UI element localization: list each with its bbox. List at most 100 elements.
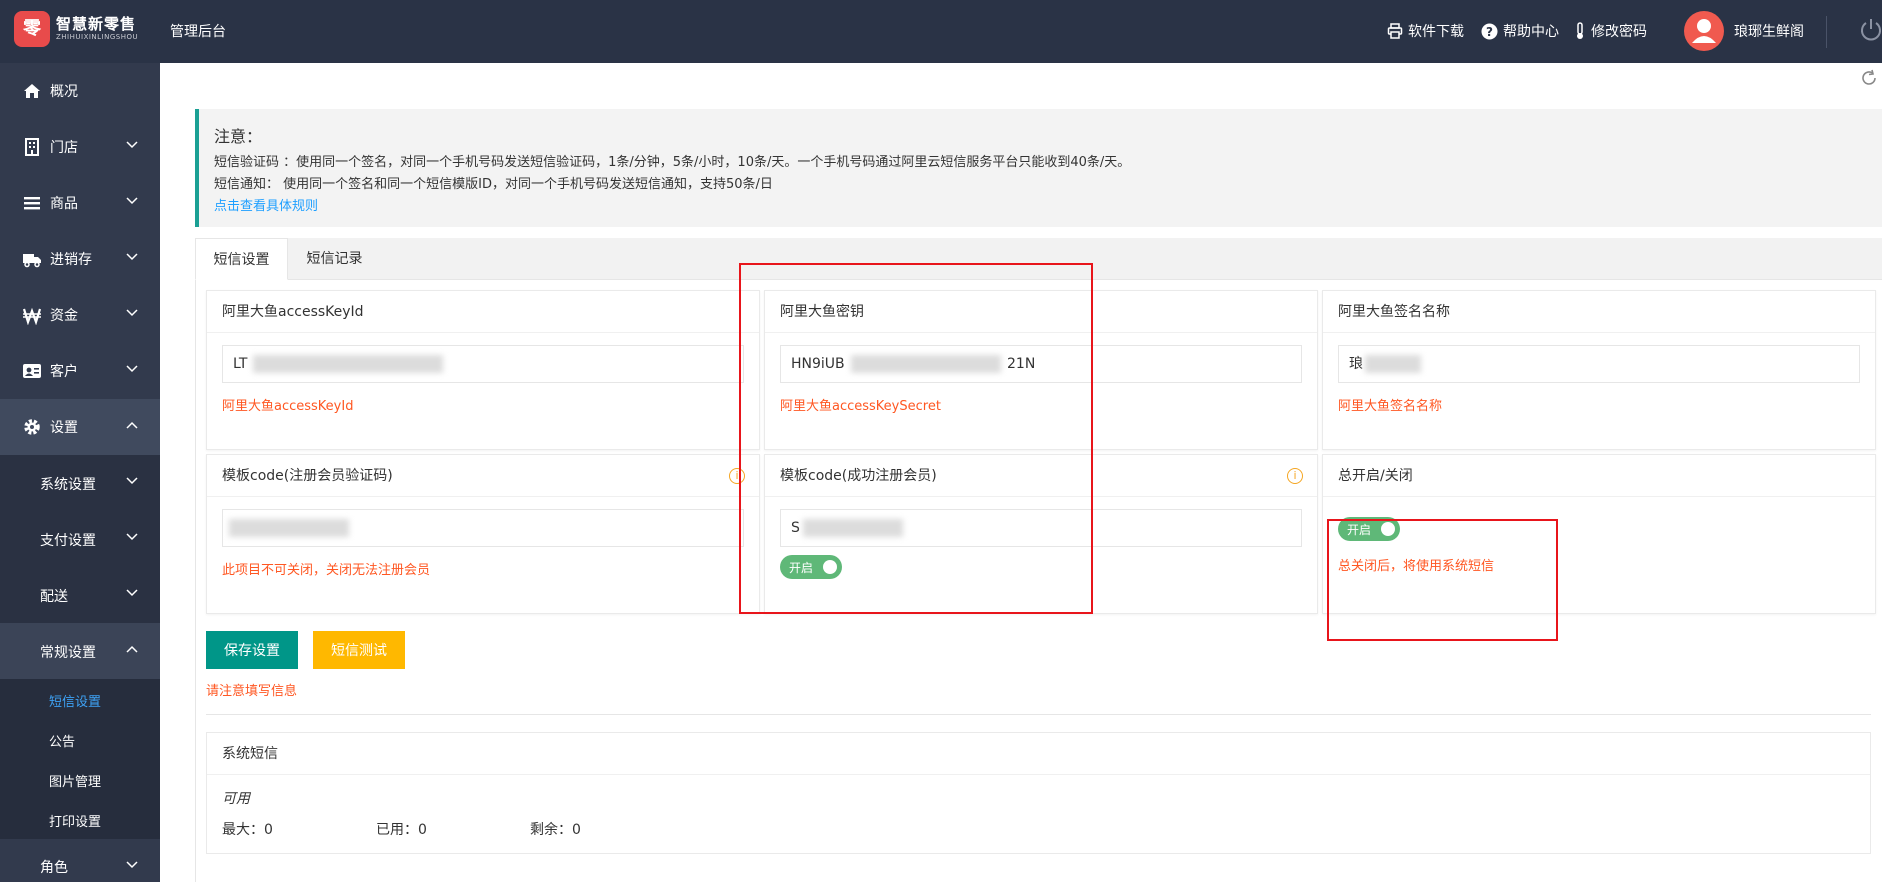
sms-test-button[interactable]: 短信测试 <box>313 631 405 669</box>
system-sms-title: 系统短信 <box>207 733 1870 775</box>
sidebar-item-roles[interactable]: 角色 <box>0 839 160 882</box>
redacted-blur <box>253 355 443 373</box>
truck-icon <box>23 254 41 268</box>
access-key-secret-label: 阿里大鱼密钥 <box>765 291 1317 333</box>
sidebar-item-payment-settings[interactable]: 支付设置 <box>0 511 160 567</box>
sidebar-item-image-management[interactable]: 图片管理 <box>0 759 160 799</box>
chevron-down-icon <box>126 477 138 485</box>
sign-name-card: 阿里大鱼签名名称 琅 阿里大鱼签名名称 <box>1322 290 1876 450</box>
sidebar-item-label: 门店 <box>50 140 78 156</box>
sign-name-label: 阿里大鱼签名名称 <box>1323 291 1875 333</box>
toggle-knob <box>1381 522 1395 536</box>
change-password-link[interactable]: 修改密码 <box>1574 21 1647 41</box>
template-register-success-card: 模板code(成功注册会员) i S 开启 <box>764 454 1318 614</box>
sidebar-item-customers[interactable]: 客户 <box>0 343 160 399</box>
chevron-down-icon <box>126 365 138 373</box>
header-divider <box>1826 16 1827 48</box>
sidebar-item-announcements[interactable]: 公告 <box>0 719 160 759</box>
power-icon <box>1861 19 1881 41</box>
notice-box: 注意： 短信验证码 ：使用同一个签名，对同一个手机号码发送短信验证码，1条/分钟… <box>195 109 1882 227</box>
sign-name-value: 琅 <box>1349 356 1363 372</box>
change-password-label: 修改密码 <box>1591 24 1647 40</box>
template-register-code-input[interactable] <box>222 509 744 547</box>
chevron-up-icon <box>126 421 138 429</box>
chevron-up-icon <box>126 645 138 653</box>
template-register-success-label-text: 模板code(成功注册会员) <box>780 468 937 484</box>
info-icon[interactable]: i <box>1287 468 1303 484</box>
sidebar-item-overview[interactable]: 概况 <box>0 63 160 119</box>
access-key-id-input[interactable]: LT <box>222 345 744 383</box>
sidebar-item-label: 客户 <box>50 364 78 380</box>
sidebar-item-label: 图片管理 <box>49 775 102 790</box>
system-sms-status: 可用 <box>222 791 250 807</box>
access-key-secret-input[interactable]: HN9iUB 21N <box>780 345 1302 383</box>
master-switch-toggle[interactable]: 开启 <box>1338 517 1400 541</box>
sidebar-item-label: 公告 <box>49 735 76 750</box>
user-name[interactable]: 琅琊生鲜阁 <box>1734 21 1804 41</box>
software-download-label: 软件下载 <box>1408 24 1464 40</box>
chevron-down-icon <box>126 533 138 541</box>
top-bar: 零 智慧新零售 ZHIHUIXINLINGSHOU 管理后台 软件下载 ? 帮助… <box>0 0 1882 63</box>
access-key-secret-value-end: 21N <box>1007 356 1036 372</box>
tab-sms-settings[interactable]: 短信设置 <box>195 238 288 280</box>
sidebar-item-label: 角色 <box>40 860 68 876</box>
sidebar-item-delivery[interactable]: 配送 <box>0 567 160 623</box>
template-register-code-hint: 此项目不可关闭，关闭无法注册会员 <box>222 563 431 578</box>
brand-subtitle: ZHIHUIXINLINGSHOU <box>56 33 139 41</box>
sidebar-item-system-settings[interactable]: 系统设置 <box>0 455 160 511</box>
tab-bar: 短信设置 短信记录 <box>195 238 1882 280</box>
master-switch-hint: 总关闭后，将使用系统短信 <box>1338 559 1495 574</box>
logout-button[interactable] <box>1860 18 1882 46</box>
logo[interactable]: 零 智慧新零售 ZHIHUIXINLINGSHOU <box>14 11 164 51</box>
help-circle-icon: ? <box>1481 23 1498 39</box>
chevron-down-icon <box>126 141 138 149</box>
sidebar-item-settings[interactable]: 设置 <box>0 399 160 455</box>
sidebar-item-print-settings[interactable]: 打印设置 <box>0 799 160 839</box>
access-key-id-card: 阿里大鱼accessKeyId LT 阿里大鱼accessKeyId <box>206 290 760 450</box>
sidebar-item-stores[interactable]: 门店 <box>0 119 160 175</box>
sidebar-item-inventory[interactable]: 进销存 <box>0 231 160 287</box>
home-icon <box>24 84 40 98</box>
won-icon <box>22 307 42 325</box>
avatar[interactable] <box>1684 11 1724 51</box>
toggle-label: 开启 <box>789 561 814 575</box>
sidebar-item-products[interactable]: 商品 <box>0 175 160 231</box>
redacted-blur <box>229 519 349 537</box>
sidebar-item-label: 支付设置 <box>40 533 96 549</box>
template-register-success-input[interactable]: S <box>780 509 1302 547</box>
access-key-secret-value-start: HN9iUB <box>791 356 845 372</box>
sidebar-item-general-settings[interactable]: 常规设置 <box>0 623 160 679</box>
thermometer-icon <box>1577 22 1583 39</box>
save-settings-button[interactable]: 保存设置 <box>206 631 298 669</box>
access-key-id-label: 阿里大鱼accessKeyId <box>207 291 759 333</box>
access-key-secret-card: 阿里大鱼密钥 HN9iUB 21N 阿里大鱼accessKeySecret <box>764 290 1318 450</box>
refresh-icon[interactable] <box>1860 69 1878 87</box>
system-sms-card: 系统短信 可用 最大：0 已用：0 剩余：0 <box>206 732 1871 854</box>
rules-link[interactable]: 点击查看具体规则 <box>214 195 318 214</box>
system-sms-used: 已用：0 <box>376 822 427 838</box>
gear-icon <box>24 419 40 435</box>
divider <box>206 714 1871 715</box>
sidebar-item-label: 常规设置 <box>40 645 96 661</box>
sidebar-item-label: 商品 <box>50 196 78 212</box>
form-note: 请注意填写信息 <box>206 684 298 699</box>
access-key-id-value: LT <box>233 356 248 372</box>
sidebar: 概况 门店 商品 进销存 资金 客户 设置 系统设置 支付设置 配送 常规设置 … <box>0 63 160 882</box>
redacted-blur <box>1365 355 1421 373</box>
access-key-id-hint: 阿里大鱼accessKeyId <box>222 399 354 414</box>
sidebar-item-funds[interactable]: 资金 <box>0 287 160 343</box>
template-register-success-toggle[interactable]: 开启 <box>780 555 842 579</box>
system-sms-remaining: 剩余：0 <box>530 822 581 838</box>
info-icon[interactable]: i <box>729 468 745 484</box>
tab-sms-records[interactable]: 短信记录 <box>288 238 381 280</box>
sidebar-item-sms-settings[interactable]: 短信设置 <box>0 679 160 719</box>
chevron-down-icon <box>126 861 138 869</box>
help-center-link[interactable]: ? 帮助中心 <box>1481 21 1559 41</box>
help-center-label: 帮助中心 <box>1503 24 1559 40</box>
sidebar-item-label: 打印设置 <box>49 815 102 830</box>
notice-line-verification: 短信验证码 ：使用同一个签名，对同一个手机号码发送短信验证码，1条/分钟，5条/… <box>214 155 1131 170</box>
software-download-link[interactable]: 软件下载 <box>1387 21 1464 41</box>
toggle-label: 开启 <box>1347 523 1372 537</box>
logo-badge: 零 <box>14 11 50 47</box>
sign-name-input[interactable]: 琅 <box>1338 345 1860 383</box>
